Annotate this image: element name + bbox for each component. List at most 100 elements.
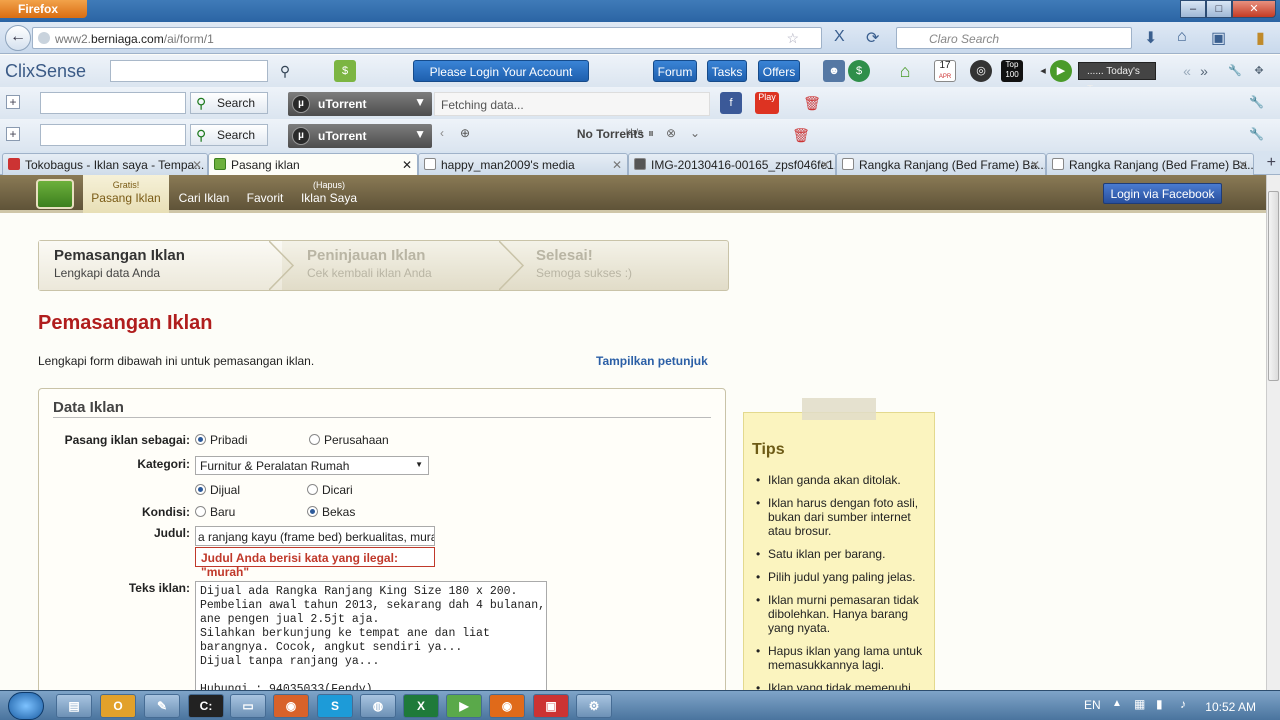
trash-icon[interactable]: 🗑: [790, 124, 812, 146]
bookmark-star-icon[interactable]: ☆: [786, 30, 799, 47]
pause-icon[interactable]: ⏸: [648, 126, 654, 141]
close-tab-icon[interactable]: ✕: [1238, 158, 1248, 172]
tab-img[interactable]: IMG-20130416-00165_zpsf046fe1... ✕: [628, 153, 836, 175]
taskbar-clock[interactable]: 10:52 AM: [1205, 700, 1256, 714]
top100-icon[interactable]: Top 100: [1001, 60, 1023, 82]
x-addon-icon[interactable]: X: [834, 28, 845, 46]
torrent-add-icon[interactable]: ⊕: [460, 126, 470, 140]
folder-taskbar-icon[interactable]: ▭: [230, 694, 266, 718]
tray-arrow-icon[interactable]: ▲: [1112, 698, 1122, 709]
move-icon[interactable]: ✥: [1248, 60, 1270, 82]
next-double-chevron-icon[interactable]: »: [1193, 60, 1215, 82]
minimize-icon[interactable]: –: [1180, 0, 1206, 18]
radio-bekas[interactable]: [307, 506, 318, 517]
nav-iklan-saya[interactable]: (Hapus) Iklan Saya: [297, 175, 361, 213]
torrent-back-icon[interactable]: ‹: [440, 126, 444, 140]
todays-ticker[interactable]: ...... Today's T...: [1078, 62, 1156, 95]
radio-pribadi[interactable]: [195, 434, 206, 445]
tab-rangka-ranjang-1[interactable]: Rangka Ranjang (Bed Frame) Ba... ✕: [836, 153, 1046, 175]
tab-happy-man-media[interactable]: happy_man2009's media ✕: [418, 153, 628, 175]
calendar-icon[interactable]: 17 APR: [934, 60, 956, 82]
forum-button[interactable]: Forum: [653, 60, 697, 82]
utorrent-dropdown-2[interactable]: µ uTorrent ▼: [288, 124, 432, 148]
toolbar-search-input-1[interactable]: [40, 92, 186, 114]
radio-icon[interactable]: ◎: [970, 60, 992, 82]
nav-cari-iklan[interactable]: Cari Iklan: [173, 175, 235, 213]
cmd-taskbar-icon[interactable]: C:: [188, 694, 224, 718]
download-icon[interactable]: ⬇: [1144, 28, 1157, 48]
play-icon[interactable]: ▶: [1050, 60, 1072, 82]
disc-taskbar-icon[interactable]: ◍: [360, 694, 396, 718]
search-field[interactable]: Claro Search: [896, 27, 1132, 49]
close-tab-icon[interactable]: ✕: [612, 158, 622, 172]
firefox-menu-button[interactable]: Firefox: [0, 0, 87, 18]
firefox-active-taskbar-icon[interactable]: ◉: [489, 694, 525, 718]
explorer-taskbar-icon[interactable]: ▤: [56, 694, 92, 718]
facebook-icon[interactable]: f: [720, 92, 742, 114]
outlook-taskbar-icon[interactable]: O: [100, 694, 136, 718]
signal-icon[interactable]: ▮: [1156, 697, 1163, 711]
dollar-icon[interactable]: $: [848, 60, 870, 82]
page-scrollbar[interactable]: [1266, 175, 1280, 690]
firefox-taskbar-icon[interactable]: ◉: [273, 694, 309, 718]
login-account-button[interactable]: Please Login Your Account: [413, 60, 589, 82]
close-tab-icon[interactable]: ✕: [820, 158, 830, 172]
util-taskbar-icon[interactable]: ⚙: [576, 694, 612, 718]
tab-tokobagus[interactable]: Tokobagus - Iklan saya - Tempa... ✕: [2, 153, 208, 175]
kategori-select[interactable]: Furnitur & Peralatan Rumah ▼: [195, 456, 429, 475]
url-bar[interactable]: www2.berniaga.com/ai/form/1 ☆: [32, 27, 822, 49]
radio-baru[interactable]: [195, 506, 206, 517]
magnifier-icon[interactable]: ⚲: [274, 60, 296, 82]
skype-taskbar-icon[interactable]: S: [317, 694, 353, 718]
nav-favorit[interactable]: Favorit: [241, 175, 289, 213]
berniaga-logo[interactable]: [36, 179, 74, 209]
close-tab-icon[interactable]: ✕: [1030, 158, 1040, 172]
nav-pasang-iklan[interactable]: Gratis! Pasang Iklan: [83, 175, 169, 213]
close-tab-icon[interactable]: ✕: [192, 158, 202, 172]
playvids-icon[interactable]: Play: [755, 92, 779, 114]
show-help-link[interactable]: Tampilkan petunjuk: [596, 354, 708, 368]
new-tab-icon[interactable]: +: [1267, 154, 1276, 172]
tray-device-icon[interactable]: ▦: [1134, 697, 1145, 711]
lock-icon[interactable]: ▮: [1256, 28, 1265, 48]
reload-icon[interactable]: ⟳: [866, 28, 879, 48]
media-taskbar-icon[interactable]: ▶: [446, 694, 482, 718]
offers-button[interactable]: Offers: [758, 60, 800, 82]
start-button-icon[interactable]: [8, 692, 44, 720]
volume-icon[interactable]: ♪: [1180, 697, 1186, 711]
toolbar-search-input-2[interactable]: [40, 124, 186, 146]
maximize-icon[interactable]: □: [1206, 0, 1232, 18]
utorrent-dropdown-1[interactable]: µ uTorrent ▼: [288, 92, 432, 116]
tasks-button[interactable]: Tasks: [707, 60, 747, 82]
toolbar-search-button-2[interactable]: ⚲ Search: [190, 124, 268, 146]
language-indicator[interactable]: EN: [1084, 698, 1101, 712]
tool-taskbar-icon[interactable]: ✎: [144, 694, 180, 718]
excel-taskbar-icon[interactable]: X: [403, 694, 439, 718]
app-taskbar-icon[interactable]: ▣: [533, 694, 569, 718]
tab-rangka-ranjang-2[interactable]: Rangka Ranjang (Bed Frame) Ba... ✕: [1046, 153, 1254, 175]
toolbar-wrench-icon[interactable]: 🔧: [1249, 127, 1264, 141]
wrench-icon[interactable]: 🔧: [1224, 60, 1246, 82]
facebook-login-button[interactable]: Login via Facebook: [1103, 183, 1222, 204]
trash-icon[interactable]: 🗑: [801, 92, 823, 114]
people-icon[interactable]: ☻: [823, 60, 845, 82]
close-window-icon[interactable]: ✕: [1232, 0, 1276, 18]
toolbar-wrench-icon[interactable]: 🔧: [1249, 95, 1264, 109]
clixsense-logo[interactable]: ClixSense: [5, 61, 86, 82]
scrollbar-thumb[interactable]: [1268, 191, 1279, 381]
bookmarks-menu-icon[interactable]: ▣: [1211, 28, 1226, 48]
clixsense-badge-icon[interactable]: $: [334, 60, 356, 82]
back-arrow-icon[interactable]: ←: [5, 25, 31, 51]
radio-dicari[interactable]: [307, 484, 318, 495]
stop-icon[interactable]: ⊗: [666, 126, 676, 140]
radio-perusahaan[interactable]: [309, 434, 320, 445]
add-icon[interactable]: +: [6, 95, 20, 109]
toolbar-search-button-1[interactable]: ⚲ Search: [190, 92, 268, 114]
close-tab-icon[interactable]: ✕: [402, 158, 412, 172]
judul-input[interactable]: a ranjang kayu (frame bed) berkualitas, …: [195, 526, 435, 546]
chevron-down-icon[interactable]: ⌄: [690, 126, 700, 140]
site-identity-icon[interactable]: [38, 32, 50, 44]
home-icon[interactable]: ⌂: [1177, 28, 1187, 46]
add-icon[interactable]: +: [6, 127, 20, 141]
radio-dijual[interactable]: [195, 484, 206, 495]
